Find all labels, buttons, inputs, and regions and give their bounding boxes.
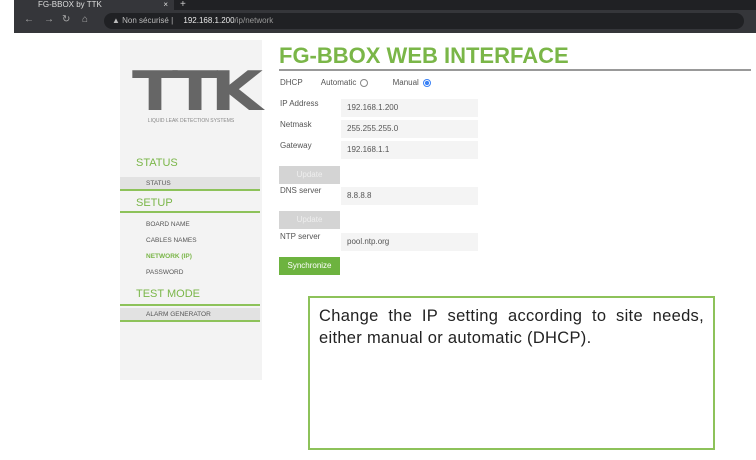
tab-title: FG-BBOX by TTK (38, 0, 102, 9)
reload-icon[interactable]: ↻ (62, 14, 70, 25)
dhcp-label: DHCP (280, 78, 303, 87)
url-host: 192.168.1.200 (183, 16, 235, 25)
tagline: LIQUID LEAK DETECTION SYSTEMS (147, 118, 235, 124)
close-tab-icon[interactable]: × (163, 0, 168, 9)
netmask-label: Netmask (280, 120, 312, 129)
url-path: /ip/network (234, 16, 274, 25)
callout-note: Change the IP setting according to site … (308, 296, 715, 450)
automatic-radio[interactable] (360, 78, 369, 87)
synchronize-button[interactable]: Synchronize (279, 257, 340, 275)
warning-icon: ▲ (112, 16, 120, 25)
section-test-mode: TEST MODE (136, 288, 200, 300)
sidebar-item-network[interactable]: NETWORK (IP) (120, 250, 260, 264)
page-title: FG-BBOX WEB INTERFACE (279, 43, 569, 68)
address-bar[interactable]: ▲ Non sécurisé | 192.168.1.200/ip/networ… (104, 13, 744, 29)
ntp-field[interactable]: pool.ntp.org (341, 233, 478, 251)
sidebar-item-status[interactable]: STATUS (120, 177, 260, 191)
sidebar-item-board-name[interactable]: BOARD NAME (120, 218, 260, 232)
divider (120, 304, 260, 306)
browser-tab[interactable]: FG-BBOX by TTK × (14, 0, 174, 10)
gateway-field[interactable]: 192.168.1.1 (341, 141, 478, 159)
manual-radio[interactable] (422, 78, 431, 87)
dns-label: DNS server (280, 186, 322, 195)
ntp-label: NTP server (280, 232, 321, 241)
dns-field[interactable]: 8.8.8.8 (341, 187, 478, 205)
title-rule (279, 69, 751, 71)
update-dns-button[interactable]: Update (279, 211, 340, 229)
security-label: Non sécurisé (122, 16, 169, 25)
gateway-label: Gateway (280, 141, 312, 150)
tab-bar: FG-BBOX by TTK × + (14, 0, 756, 10)
section-setup: SETUP (136, 197, 173, 209)
update-ip-button[interactable]: Update (279, 166, 340, 184)
sidebar: TTK LIQUID LEAK DETECTION SYSTEMS STATUS… (120, 40, 263, 380)
sidebar-item-alarm-generator[interactable]: ALARM GENERATOR (120, 308, 260, 322)
divider (120, 211, 260, 213)
browser-chrome: FG-BBOX by TTK × + ← → ↻ ⌂ ▲ Non sécurisé… (14, 0, 756, 33)
ip-label: IP Address (280, 99, 319, 108)
back-icon[interactable]: ← (24, 14, 34, 25)
home-icon[interactable]: ⌂ (82, 14, 88, 25)
section-status: STATUS (136, 157, 178, 169)
automatic-label: Automatic (320, 78, 357, 87)
new-tab-icon[interactable]: + (180, 0, 186, 10)
manual-label: Manual (392, 78, 419, 87)
sidebar-item-password[interactable]: PASSWORD (120, 266, 260, 280)
dhcp-row: DHCP Automatic Manual (280, 78, 431, 87)
ip-field[interactable]: 192.168.1.200 (341, 99, 478, 117)
ttk-logo: TTK (132, 60, 263, 123)
netmask-field[interactable]: 255.255.255.0 (341, 120, 478, 138)
sidebar-item-cables-names[interactable]: CABLES NAMES (120, 234, 260, 248)
forward-icon[interactable]: → (44, 14, 54, 25)
